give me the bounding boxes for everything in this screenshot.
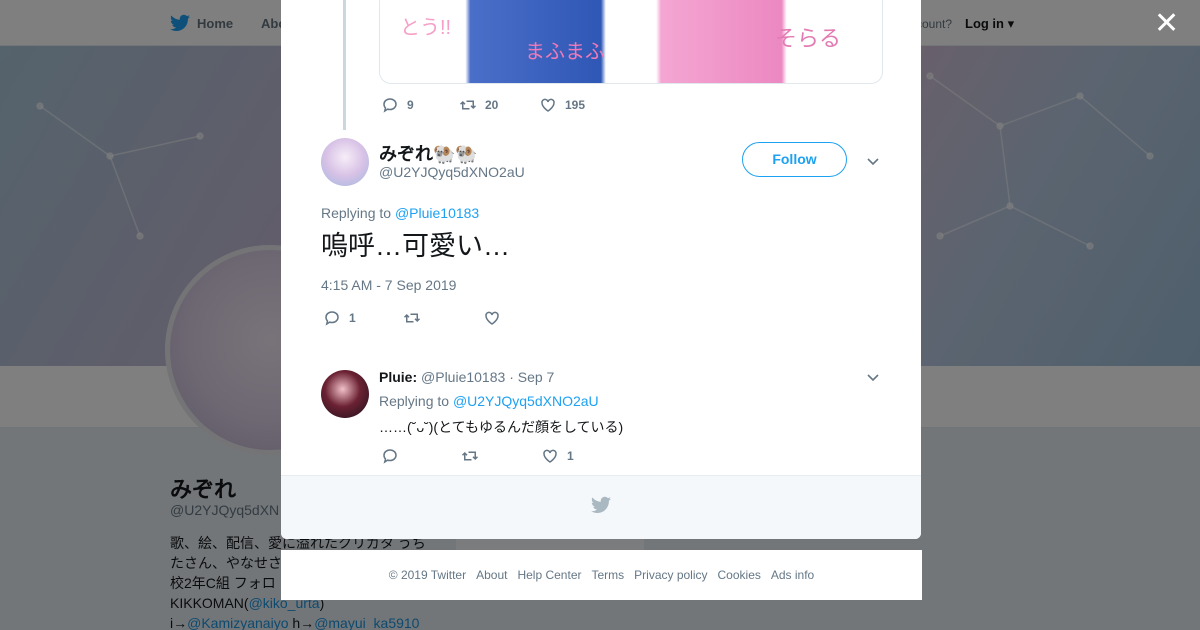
user-avatar[interactable]	[321, 138, 369, 186]
like-count: 195	[565, 98, 586, 112]
replying-to: Replying to @U2YJQyq5dXNO2aU	[379, 393, 599, 409]
main-tweet-actions: 1	[323, 309, 509, 327]
retweet-icon	[459, 100, 477, 110]
retweet-button[interactable]	[403, 309, 483, 327]
tweet-text: 嗚呼…可愛い…	[321, 231, 510, 261]
footer-help-link[interactable]: Help Center	[517, 568, 581, 582]
caret-down-icon	[867, 158, 879, 166]
tweet-text: ……(˘ᴗ˘)(とてもゆるんだ顔をしている)	[379, 419, 624, 435]
reply-icon	[383, 98, 397, 113]
footer-ads-link[interactable]: Ads info	[771, 568, 814, 582]
reply-tweet-actions: 1	[381, 447, 574, 465]
twitter-bird-icon	[591, 496, 611, 513]
site-footer: © 2019 Twitter About Help Center Terms P…	[281, 550, 922, 600]
user-display-name[interactable]: みぞれ🐏🐏	[379, 140, 478, 166]
retweet-icon	[403, 313, 421, 323]
user-avatar[interactable]	[321, 370, 369, 418]
like-button[interactable]: 195	[539, 96, 585, 114]
footer-copyright: © 2019 Twitter	[388, 568, 467, 582]
close-icon[interactable]: ✕	[1154, 9, 1179, 39]
user-handle[interactable]: @Pluie10183	[421, 369, 505, 385]
user-handle[interactable]: @U2YJQyq5dXNO2aU	[379, 164, 525, 180]
replying-to-link[interactable]: @Pluie10183	[395, 205, 479, 221]
media-scribble: とう!!	[400, 17, 452, 39]
reply-icon	[325, 311, 339, 326]
replying-to-link[interactable]: @U2YJQyq5dXNO2aU	[453, 393, 599, 409]
tweet-date[interactable]: · Sep 7	[509, 369, 554, 385]
like-button[interactable]	[483, 309, 509, 327]
like-icon	[541, 98, 555, 112]
tweet-timestamp[interactable]: 4:15 AM - 7 Sep 2019	[321, 277, 456, 293]
parent-tweet-actions: 9 20 195	[381, 96, 585, 114]
media-scribble: まふまふ	[525, 41, 605, 63]
retweet-count: 20	[485, 98, 499, 112]
footer-cookies-link[interactable]: Cookies	[718, 568, 761, 582]
reply-button[interactable]: 1	[323, 309, 403, 327]
reply-button[interactable]	[381, 447, 461, 465]
footer-terms-link[interactable]: Terms	[591, 568, 624, 582]
tweet-menu-button[interactable]	[866, 370, 880, 384]
retweet-button[interactable]	[461, 447, 541, 465]
like-count: 1	[567, 449, 574, 463]
thread-connector	[343, 0, 346, 130]
like-icon	[485, 311, 499, 325]
like-icon	[543, 449, 557, 463]
reply-icon	[383, 449, 397, 464]
like-button[interactable]: 1	[541, 447, 574, 465]
replying-to: Replying to @Pluie10183	[321, 205, 480, 221]
tweet-media-image[interactable]: とう!! まふまふ そらる	[379, 0, 883, 84]
reply-tweet-header: Pluie: @Pluie10183 · Sep 7	[379, 369, 554, 385]
modal-footer	[281, 475, 921, 539]
footer-privacy-link[interactable]: Privacy policy	[634, 568, 707, 582]
retweet-icon	[461, 451, 479, 461]
footer-about-link[interactable]: About	[476, 568, 507, 582]
user-display-name[interactable]: Pluie:	[379, 369, 417, 385]
follow-button[interactable]: Follow	[742, 142, 847, 177]
reply-count: 9	[407, 98, 414, 112]
tweet-permalink-modal: とう!! まふまふ そらる 9 20 195 みぞれ🐏🐏 @U2YJQyq5dX…	[281, 0, 921, 539]
reply-button[interactable]: 9	[381, 96, 459, 114]
media-scribble: そらる	[775, 26, 842, 51]
retweet-button[interactable]: 20	[459, 96, 539, 114]
tweet-menu-button[interactable]	[866, 154, 880, 168]
caret-down-icon	[867, 374, 879, 382]
reply-count: 1	[349, 311, 356, 325]
